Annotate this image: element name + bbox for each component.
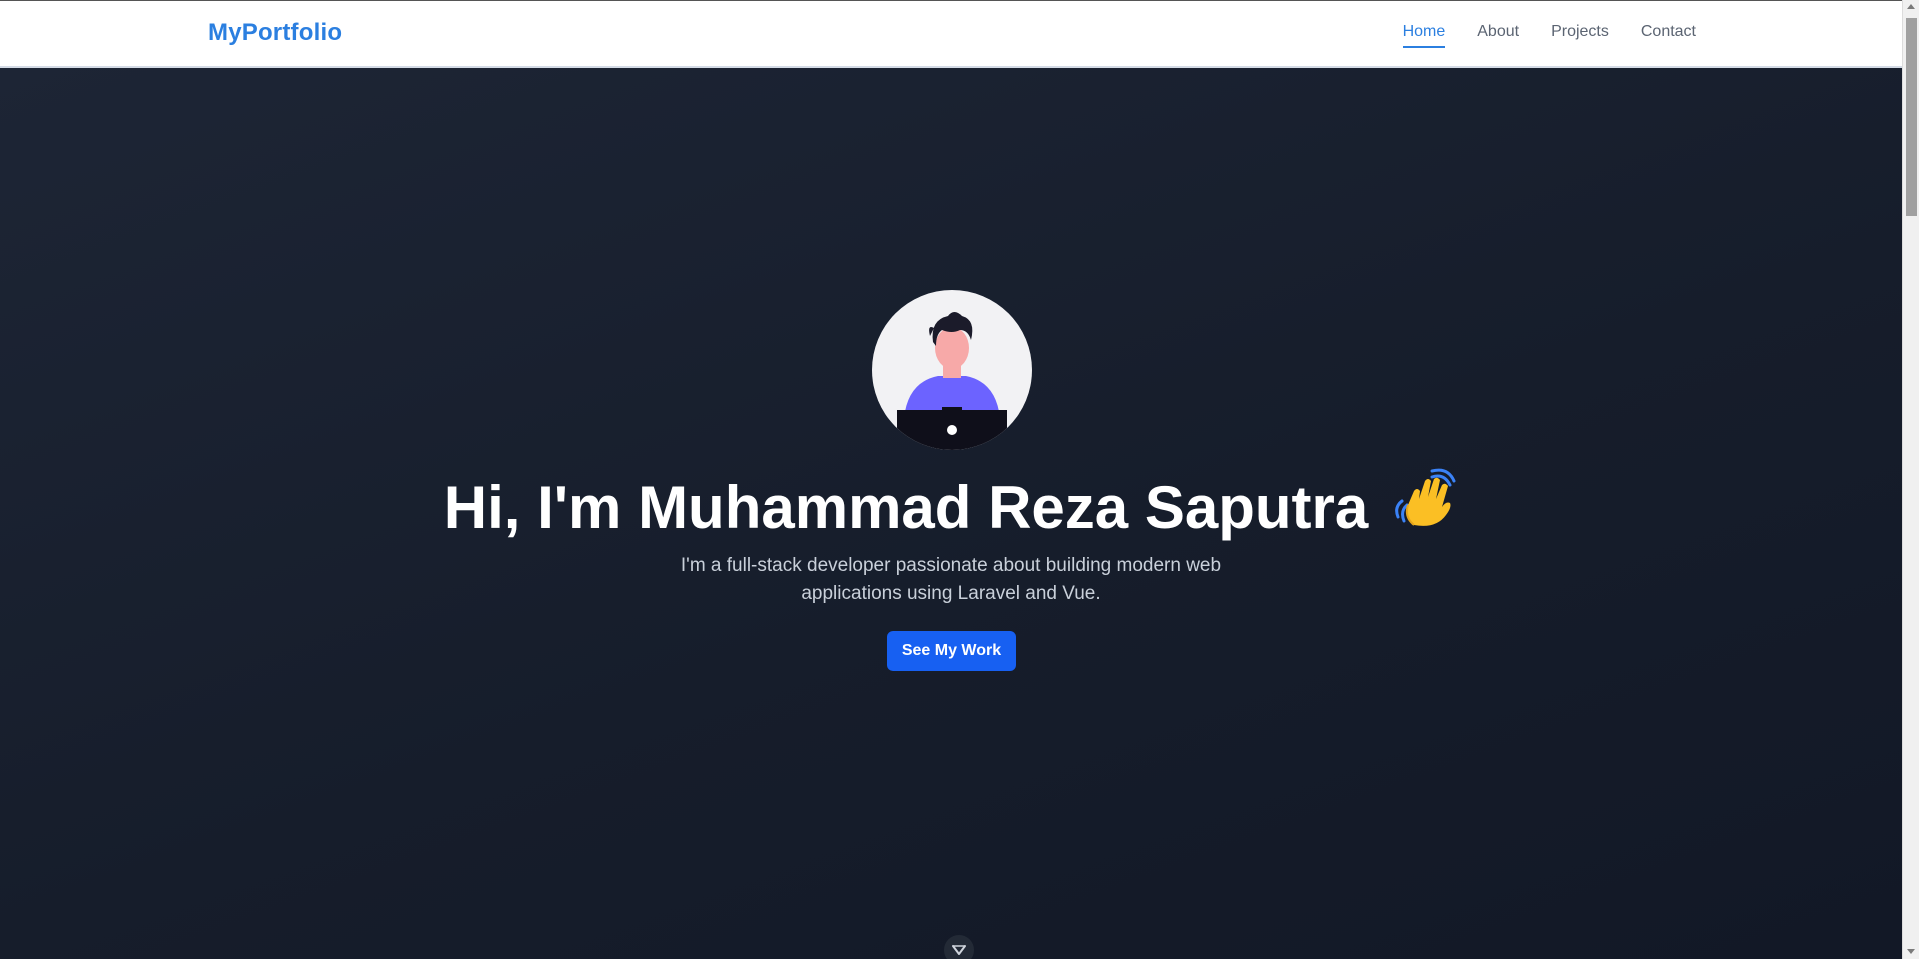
navbar: MyPortfolio Home About Projects Contact — [0, 0, 1902, 68]
nav-link-home[interactable]: Home — [1402, 23, 1446, 48]
portfolio-page: MyPortfolio Home About Projects Contact — [0, 0, 1919, 959]
hero-tagline: I'm a full-stack developer passionate ab… — [680, 555, 1222, 604]
scrollbar-thumb[interactable] — [1906, 18, 1917, 216]
scroll-down-button[interactable] — [944, 935, 974, 959]
brand-logo[interactable]: MyPortfolio — [208, 19, 342, 47]
scroll-up-arrow-icon[interactable] — [1907, 4, 1915, 9]
developer-avatar-icon — [872, 290, 1032, 450]
nav-link-contact[interactable]: Contact — [1641, 23, 1696, 48]
see-my-work-button[interactable]: See My Work — [887, 631, 1016, 671]
waving-hand-icon — [1392, 467, 1458, 545]
hero-section: Hi, I'm Muhammad Reza Saputra I'm a full… — [0, 68, 1902, 959]
page-scrollbar[interactable] — [1902, 0, 1919, 959]
nav-links: Home About Projects Contact — [1402, 23, 1696, 48]
hero-headline-text: Hi, I'm Muhammad Reza Saputra — [443, 474, 1369, 541]
chevron-down-icon — [952, 945, 966, 955]
hero-headline: Hi, I'm Muhammad Reza Saputra — [0, 468, 1902, 551]
nav-link-about[interactable]: About — [1477, 23, 1519, 48]
scroll-down-arrow-icon[interactable] — [1907, 949, 1915, 954]
nav-link-projects[interactable]: Projects — [1551, 23, 1609, 48]
